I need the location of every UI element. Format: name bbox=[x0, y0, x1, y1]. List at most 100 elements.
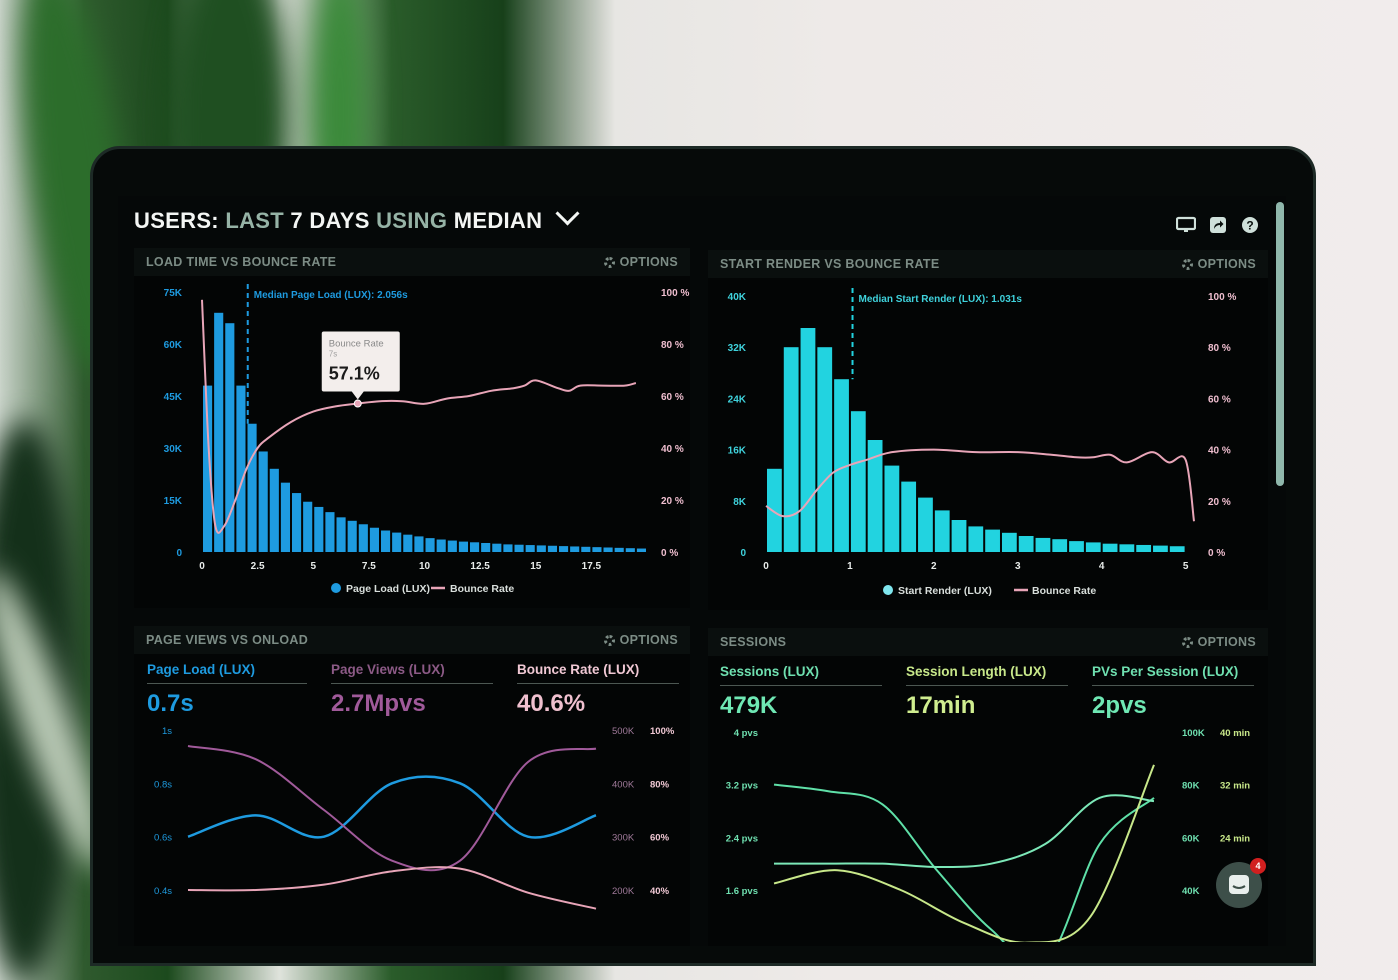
histogram-bar bbox=[414, 536, 424, 552]
sessions-chart: 1.6 pvs 2.4 pvs 3.2 pvs 4 pvs 40K 60K 80K 100K 2… bbox=[726, 728, 1250, 942]
histogram-bar bbox=[381, 530, 391, 552]
y-tick-label: 0.4s bbox=[154, 886, 172, 897]
histogram-bar bbox=[1136, 544, 1152, 552]
y2-tick-label: 40 % bbox=[661, 444, 684, 455]
y3-tick-label: 80% bbox=[650, 779, 670, 790]
stat-session-length[interactable]: Session Length (LUX) 17min bbox=[906, 664, 1068, 720]
median-label: Median Page Load (LUX): 2.056s bbox=[254, 290, 408, 301]
y2-tick-label: 500K bbox=[612, 726, 635, 737]
legend-label: Bounce Rate bbox=[1032, 585, 1096, 597]
histogram-bar bbox=[358, 524, 368, 552]
x-tick-label: 2.5 bbox=[251, 561, 265, 572]
y3-tick-label: 32 min bbox=[1220, 781, 1250, 792]
histogram-bar bbox=[214, 312, 224, 552]
y-tick-label: 24K bbox=[728, 394, 747, 405]
histogram-bar bbox=[481, 542, 491, 552]
monitor-icon[interactable] bbox=[1176, 216, 1196, 234]
x-tick-label: 0 bbox=[763, 561, 769, 572]
tooltip-pointer bbox=[351, 391, 364, 400]
stat-page-views[interactable]: Page Views (LUX) 2.7Mpvs bbox=[331, 662, 493, 718]
gear-icon bbox=[603, 634, 615, 646]
chevron-down-icon[interactable] bbox=[555, 201, 580, 226]
y2-tick-label: 0 % bbox=[1208, 548, 1225, 559]
histogram-bar bbox=[392, 532, 402, 552]
histogram-bar bbox=[303, 501, 313, 552]
x-tick-label: 15 bbox=[530, 561, 542, 572]
histogram-bar bbox=[934, 510, 950, 552]
chat-button[interactable]: 4 bbox=[1216, 858, 1266, 908]
y2-tick-label: 100K bbox=[1182, 728, 1205, 739]
histogram-bar bbox=[884, 465, 900, 552]
session-length-line bbox=[774, 794, 1155, 868]
histogram-bar bbox=[918, 497, 933, 552]
dashboard-title[interactable]: USERS: LAST 7 DAYS USING MEDIAN bbox=[134, 201, 580, 234]
histogram-bar bbox=[1119, 544, 1135, 552]
y2-tick-label: 20 % bbox=[1208, 497, 1231, 508]
y2-tick-label: 200K bbox=[612, 886, 635, 897]
legend-dot-page-load bbox=[331, 583, 341, 593]
histogram-bar bbox=[269, 468, 279, 552]
y2-tick-label: 60 % bbox=[1208, 394, 1231, 405]
y-tick-label: 4 pvs bbox=[734, 728, 758, 739]
panel-start-render: START RENDER VS BOUNCE RATE OPTIONS 0 8K 1… bbox=[708, 250, 1268, 610]
svg-text:?: ? bbox=[1246, 219, 1253, 233]
x-tick-label: 4 bbox=[1099, 561, 1105, 572]
stat-sessions[interactable]: Sessions (LUX) 479K bbox=[720, 664, 882, 720]
histogram-bar bbox=[492, 543, 502, 552]
y2-tick-label: 100 % bbox=[661, 288, 689, 299]
histogram-bar bbox=[425, 538, 435, 552]
y-tick-label: 40K bbox=[728, 292, 747, 303]
histogram-bar bbox=[951, 520, 967, 552]
options-button[interactable]: OPTIONS bbox=[1181, 635, 1256, 649]
y-tick-label: 60K bbox=[164, 340, 183, 351]
stat-pvs-per-session[interactable]: PVs Per Session (LUX) 2pvs bbox=[1092, 664, 1254, 720]
histogram-bar bbox=[581, 546, 591, 552]
histogram-bar bbox=[625, 548, 635, 552]
tooltip-subtitle: 7s bbox=[329, 350, 337, 359]
y2-tick-label: 300K bbox=[612, 833, 635, 844]
histogram-bar bbox=[436, 539, 446, 552]
y-tick-label: 1s bbox=[162, 726, 172, 737]
histogram-bar bbox=[1018, 536, 1034, 552]
options-button[interactable]: OPTIONS bbox=[603, 255, 678, 269]
y3-tick-label: 40 min bbox=[1220, 728, 1250, 739]
y2-tick-label: 60K bbox=[1182, 833, 1200, 844]
options-button[interactable]: OPTIONS bbox=[603, 633, 678, 647]
x-tick-label: 5 bbox=[310, 561, 316, 572]
share-icon[interactable] bbox=[1208, 216, 1228, 234]
help-icon[interactable]: ? bbox=[1240, 216, 1260, 234]
histogram-bar bbox=[470, 542, 480, 552]
panel-title: LOAD TIME VS BOUNCE RATE bbox=[146, 255, 337, 269]
stat-bounce-rate[interactable]: Bounce Rate (LUX) 40.6% bbox=[517, 662, 679, 718]
panel-title: SESSIONS bbox=[720, 635, 787, 649]
histogram-bar bbox=[325, 512, 335, 552]
y3-tick-label: 100% bbox=[650, 726, 675, 737]
y-tick-label: 1.6 pvs bbox=[726, 886, 758, 897]
histogram-bar bbox=[1052, 539, 1068, 552]
y2-tick-label: 60 % bbox=[661, 392, 684, 403]
histogram-bar bbox=[985, 529, 1000, 552]
histogram-bar bbox=[258, 451, 268, 552]
y3-tick-label: 24 min bbox=[1220, 833, 1250, 844]
tooltip-title: Bounce Rate bbox=[329, 339, 384, 350]
scrollbar[interactable] bbox=[1276, 202, 1284, 486]
y-tick-label: 0.6s bbox=[154, 833, 172, 844]
gear-icon bbox=[603, 256, 615, 268]
y3-tick-label: 40% bbox=[650, 886, 670, 897]
bounce-rate-line bbox=[187, 866, 597, 910]
y-tick-label: 0.8s bbox=[154, 779, 172, 790]
histogram-bar bbox=[247, 423, 257, 552]
dashboard-screen: USERS: LAST 7 DAYS USING MEDIAN ? LOAD T… bbox=[118, 196, 1286, 946]
histogram-bar bbox=[636, 548, 646, 552]
gear-icon bbox=[1181, 636, 1193, 648]
stat-page-load[interactable]: Page Load (LUX) 0.7s bbox=[147, 662, 307, 718]
gear-icon bbox=[1181, 258, 1193, 270]
options-button[interactable]: OPTIONS bbox=[1181, 257, 1256, 271]
y-tick-label: 32K bbox=[728, 343, 747, 354]
x-tick-label: 2 bbox=[931, 561, 937, 572]
x-tick-label: 7.5 bbox=[362, 561, 376, 572]
histogram-bar bbox=[800, 328, 816, 552]
histogram-bar bbox=[447, 540, 457, 552]
x-tick-label: 0 bbox=[199, 561, 205, 572]
median-label: Median Start Render (LUX): 1.031s bbox=[859, 294, 1023, 305]
